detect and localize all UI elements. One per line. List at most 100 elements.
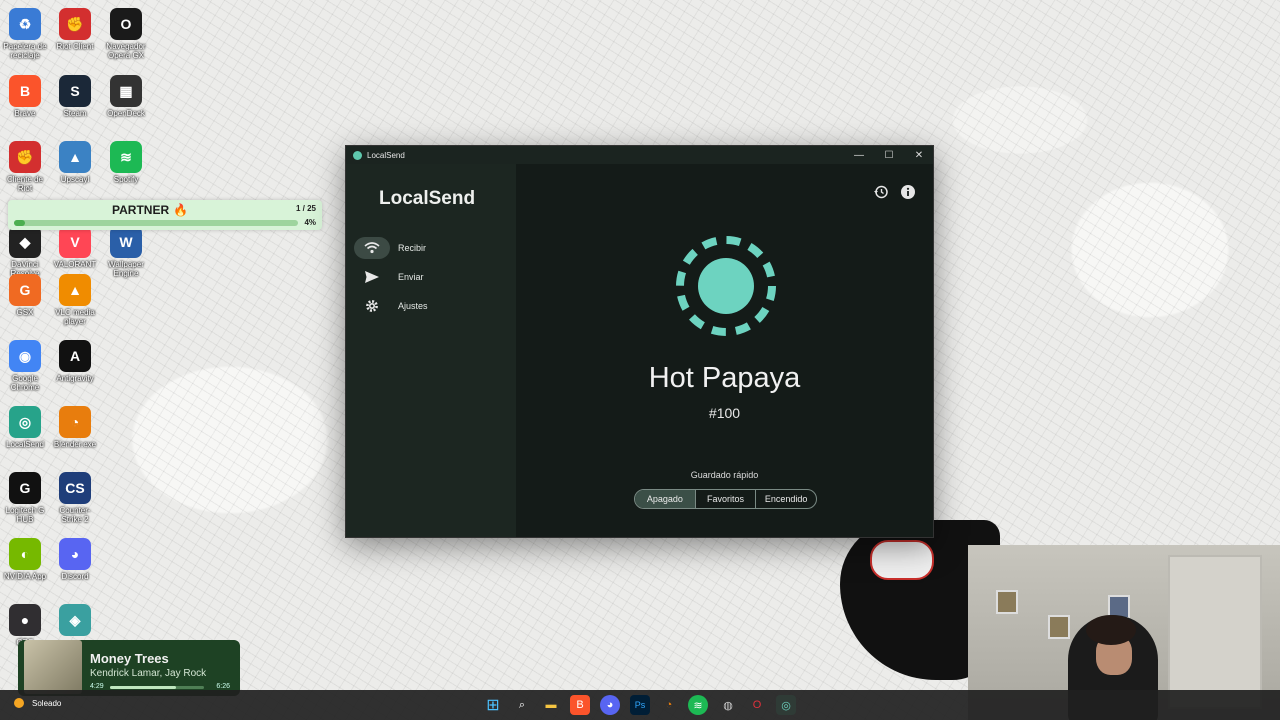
- riot-client-icon: ✊: [59, 8, 91, 40]
- app-icon: ◈: [59, 604, 91, 636]
- riot-client-icon: ✊: [9, 141, 41, 173]
- desktop-icon[interactable]: ♻ Papelera de reciclaje: [0, 8, 50, 60]
- desktop-icon[interactable]: ◉ Google Chrome: [0, 340, 50, 392]
- device-number: #100: [708, 405, 741, 421]
- desktop-icon-label: Google Chrome: [10, 374, 40, 392]
- wallpaper-cloud: [870, 540, 934, 580]
- valorant-icon: V: [59, 226, 91, 258]
- localsend-taskbar-icon[interactable]: ◎: [776, 695, 796, 715]
- desktop-icon[interactable]: ≋ Spotify: [101, 141, 151, 184]
- desktop-icon[interactable]: A Antigravity: [50, 340, 100, 383]
- webcam-hair: [1086, 615, 1136, 645]
- opera-gx-icon[interactable]: O: [747, 695, 767, 715]
- blender-icon[interactable]: ◔: [659, 695, 679, 715]
- send-icon: [354, 266, 390, 288]
- steam-icon[interactable]: ◍: [718, 695, 738, 715]
- sun-icon: [14, 698, 24, 708]
- desktop-icon-label: Logitech G HUB: [5, 506, 45, 524]
- photoshop-icon[interactable]: Ps: [630, 695, 650, 715]
- desktop-icon[interactable]: O Navegador Opera GX: [101, 8, 151, 60]
- window-titlebar[interactable]: LocalSend — ☐ ✕: [346, 146, 933, 164]
- upscayl-icon: ▲: [59, 141, 91, 173]
- quick-save-segmented-control: Apagado Favoritos Encendido: [634, 489, 817, 509]
- close-button[interactable]: ✕: [904, 146, 934, 164]
- history-icon[interactable]: [873, 184, 889, 200]
- discord-icon: ◕: [59, 538, 91, 570]
- desktop-icon[interactable]: ▲ Upscayl: [50, 141, 100, 184]
- music-widget[interactable]: Money Trees Kendrick Lamar, Jay Rock 4:2…: [18, 640, 240, 696]
- wallpaper-engine-icon: W: [110, 226, 142, 258]
- desktop-icon[interactable]: ◈: [50, 604, 100, 638]
- search-icon[interactable]: ⌕: [512, 695, 532, 715]
- desktop-icon[interactable]: ▦ OpenDeck: [101, 75, 151, 118]
- desktop-icon[interactable]: ◎ LocalSend: [0, 406, 50, 449]
- counter-strike-icon: CS: [59, 472, 91, 504]
- nav-enviar-label: Enviar: [398, 272, 424, 282]
- receive-panel: Hot Papaya #100 Guardado rápido Apagado …: [516, 164, 933, 537]
- desktop-icon[interactable]: ◆DaVinci Resolve: [0, 226, 50, 278]
- desktop-icon-label: OpenDeck: [107, 109, 145, 118]
- wall-picture: [996, 590, 1018, 614]
- nav-recibir[interactable]: Recibir: [354, 237, 504, 259]
- localsend-logo: [674, 234, 778, 343]
- discord-icon[interactable]: ◕: [600, 695, 620, 715]
- nav-ajustes[interactable]: Ajustes: [354, 295, 504, 317]
- desktop-icon[interactable]: ✊ Riot Client: [50, 8, 100, 51]
- quick-save-favorites-button[interactable]: Favoritos: [694, 490, 756, 508]
- desktop-icon-label: NVIDIA App: [3, 572, 47, 581]
- start-icon[interactable]: ⊞: [483, 695, 503, 715]
- nav-enviar[interactable]: Enviar: [354, 266, 504, 288]
- weather-widget[interactable]: Soleado: [14, 698, 61, 708]
- flame-icon: 🔥: [173, 203, 189, 217]
- brave-icon[interactable]: B: [570, 695, 590, 715]
- desktop-icon[interactable]: V VALORANT: [50, 226, 100, 269]
- desktop-icon[interactable]: ◐ NVIDIA App: [0, 538, 50, 581]
- localsend-window: LocalSend — ☐ ✕ LocalSend Recibir Enviar…: [345, 145, 934, 538]
- desktop-icon-label: Wallpaper Engine: [108, 260, 144, 278]
- elapsed-time: 4:29: [90, 683, 104, 690]
- vlc-icon: ▲: [59, 274, 91, 306]
- davinci-icon: ◆: [9, 226, 41, 258]
- desktop-icon-label: Riot Client: [56, 42, 94, 51]
- quick-save-on-button[interactable]: Encendido: [755, 490, 816, 508]
- desktop-icon-label: Antigravity: [56, 374, 94, 383]
- desktop-icon-label: LocalSend: [6, 440, 44, 449]
- desktop-icon[interactable]: ▲ VLC media player: [50, 274, 100, 326]
- wall-picture: [1048, 615, 1070, 639]
- logitech-ghub-icon: G: [9, 472, 41, 504]
- minimize-button[interactable]: —: [844, 146, 874, 164]
- localsend-icon: ◎: [9, 406, 41, 438]
- quick-save-off-button[interactable]: Apagado: [635, 490, 695, 508]
- desktop-icon-label: Cliente de Riot: [6, 175, 44, 193]
- desktop-icon[interactable]: ◔ Blender.exe: [50, 406, 100, 449]
- desktop-icon[interactable]: ✊ Cliente de Riot: [0, 141, 50, 193]
- desktop-icon-label: Upscayl: [60, 175, 90, 184]
- desktop-icon-label: Steam: [63, 109, 87, 118]
- wifi-icon: [354, 237, 390, 259]
- desktop-icon[interactable]: S Steam: [50, 75, 100, 118]
- desktop-icon-label: Brave: [14, 109, 36, 118]
- brave-icon: B: [9, 75, 41, 107]
- desktop-icon[interactable]: ◕ Discord: [50, 538, 100, 581]
- desktop-icon[interactable]: B Brave: [0, 75, 50, 118]
- info-icon[interactable]: [900, 184, 916, 200]
- desktop-icon[interactable]: W Wallpaper Engine: [101, 226, 151, 278]
- maximize-button[interactable]: ☐: [874, 146, 904, 164]
- steam-icon: S: [59, 75, 91, 107]
- desktop-icon[interactable]: G GSX: [0, 274, 50, 317]
- blender-icon: ◔: [59, 406, 91, 438]
- partner-progress-bar: [14, 220, 298, 226]
- partner-progress-fill: [14, 220, 26, 226]
- localsend-app-icon: [353, 150, 362, 160]
- sidebar: LocalSend Recibir Enviar Ajustes: [346, 164, 516, 537]
- nav-ajustes-label: Ajustes: [398, 301, 428, 311]
- device-name: Hot Papaya: [648, 362, 801, 394]
- file-explorer-icon[interactable]: ▬: [541, 695, 561, 715]
- partner-count: 1 / 25: [295, 204, 316, 213]
- spotify-icon[interactable]: ≋: [688, 695, 708, 715]
- opera-gx-icon: O: [110, 8, 142, 40]
- desktop-icon[interactable]: G Logitech G HUB: [0, 472, 50, 524]
- song-progress-bar[interactable]: [110, 686, 204, 689]
- nvidia-icon: ◐: [9, 538, 41, 570]
- desktop-icon[interactable]: CS Counter-Strike 2: [50, 472, 100, 524]
